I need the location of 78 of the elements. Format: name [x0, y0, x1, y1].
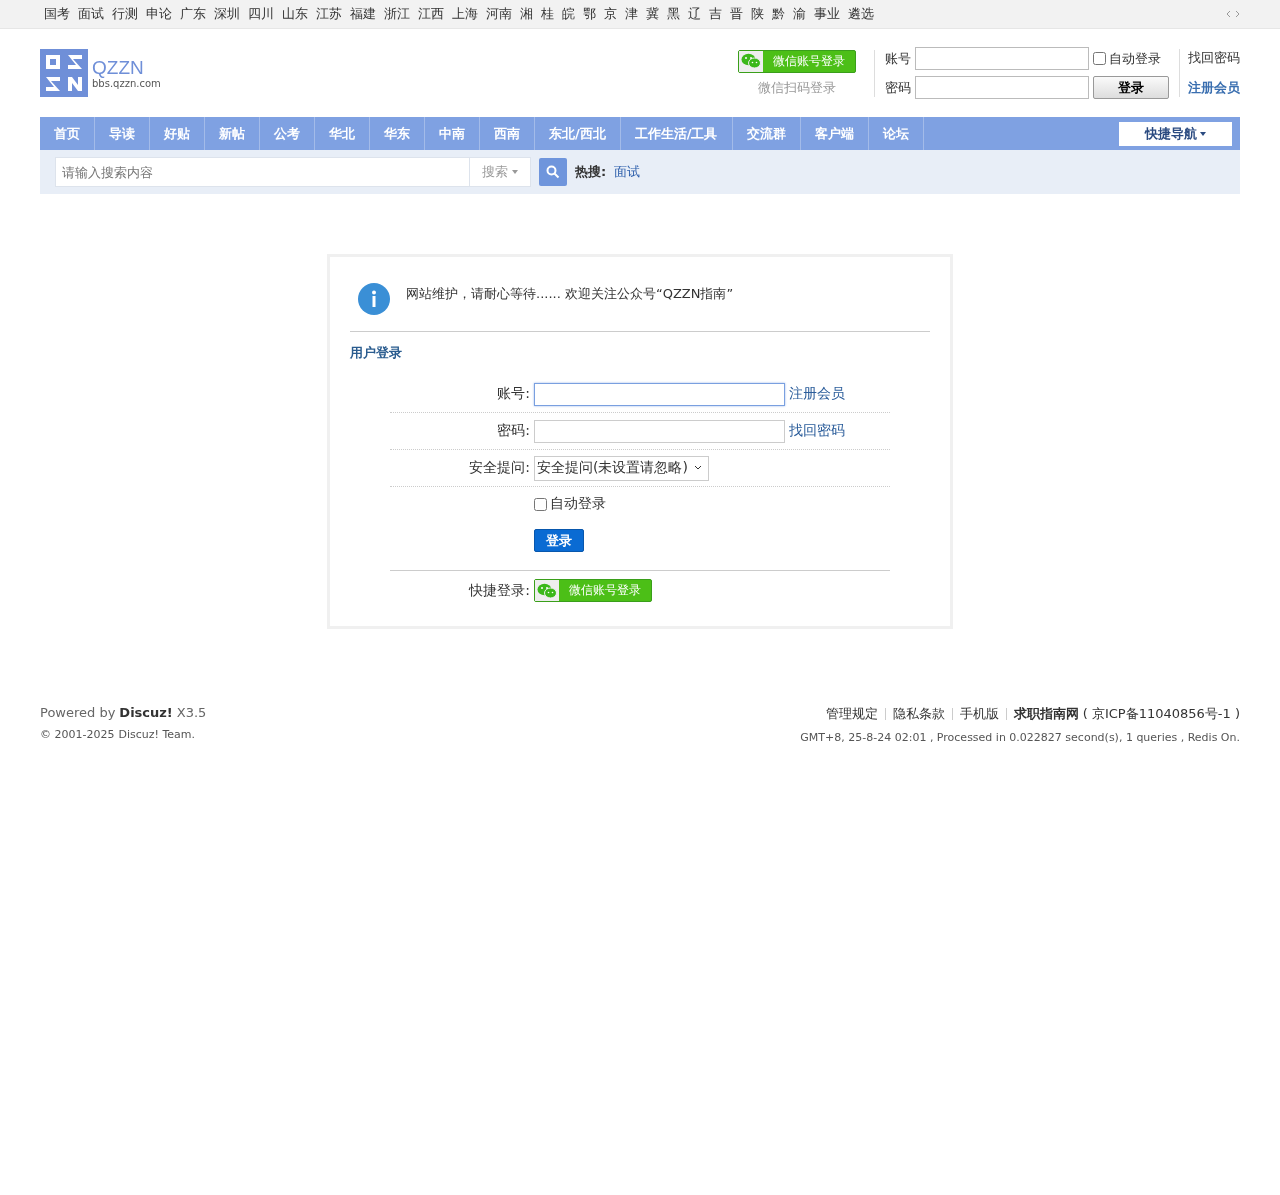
field-label: 安全提问:: [468, 459, 530, 477]
hot-search-link[interactable]: 面试: [614, 163, 641, 181]
logo-domain: bbs.qzzn.com: [92, 77, 161, 89]
footer-link[interactable]: 管理规定: [825, 705, 878, 723]
region-link[interactable]: 浙江: [384, 5, 410, 23]
auto-login-label: 自动登录: [550, 495, 606, 513]
quick-nav-button[interactable]: 快捷导航: [1119, 121, 1232, 146]
field-link[interactable]: 注册会员: [789, 385, 845, 403]
region-link[interactable]: 黑: [667, 5, 680, 23]
password-label: 密码: [885, 78, 911, 97]
password-field[interactable]: [915, 76, 1089, 99]
quick-login-label: 快捷登录:: [467, 581, 530, 600]
account-field[interactable]: [915, 47, 1089, 70]
region-link[interactable]: 山东: [282, 5, 308, 23]
processing-stats: GMT+8, 25-8-24 02:01 , Processed in 0.022827 second(s), 1 queries , Redis On.: [800, 731, 1240, 744]
wechat-icon: [537, 582, 557, 599]
account-label: 账号: [885, 49, 911, 68]
search-icon: [546, 165, 560, 179]
hot-search-label: 热搜:: [575, 163, 607, 181]
field-label: 账号:: [496, 385, 530, 403]
register-link[interactable]: 注册会员: [1188, 79, 1240, 97]
info-icon: [358, 283, 390, 315]
forgot-password-link[interactable]: 找回密码: [1188, 49, 1240, 67]
input-field[interactable]: [534, 382, 785, 406]
version-text: X3.5: [176, 705, 207, 720]
logo-icon: [40, 49, 88, 97]
region-link[interactable]: 四川: [248, 5, 274, 23]
region-link[interactable]: 事业: [814, 5, 840, 23]
region-link[interactable]: 吉: [709, 5, 722, 23]
region-link[interactable]: 鄂: [583, 5, 596, 23]
region-link[interactable]: 冀: [646, 5, 659, 23]
region-link[interactable]: 黔: [772, 5, 785, 23]
wechat-icon: [741, 53, 761, 69]
discuz-link[interactable]: Discuz!: [119, 705, 173, 720]
region-link[interactable]: 皖: [562, 5, 575, 23]
auto-login-checkbox[interactable]: [534, 497, 547, 511]
field-link[interactable]: 找回密码: [789, 422, 845, 440]
region-link[interactable]: 辽: [688, 5, 701, 23]
copyright-text: © 2001-2025: [40, 728, 115, 741]
region-link[interactable]: 江西: [418, 5, 444, 23]
site-name-link[interactable]: 求职指南网: [1013, 705, 1079, 723]
field-label: 密码:: [496, 422, 530, 440]
wechat-scan-hint: 微信扫码登录: [758, 78, 836, 97]
region-link[interactable]: 京: [604, 5, 617, 23]
region-link[interactable]: 陕: [751, 5, 764, 23]
region-link[interactable]: 广东: [180, 5, 206, 23]
question-select[interactable]: 安全提问(未设置请忽略): [534, 455, 709, 481]
region-link[interactable]: 湘: [520, 5, 533, 23]
auto-login-checkbox[interactable]: [1093, 52, 1106, 65]
logo-name: QZZN: [92, 57, 144, 78]
region-link[interactable]: 渝: [793, 5, 806, 23]
input-field[interactable]: [534, 419, 785, 443]
region-link[interactable]: 国考: [44, 5, 70, 23]
region-link[interactable]: 上海: [452, 5, 478, 23]
region-link[interactable]: 深圳: [214, 5, 240, 23]
scroll-arrows-icon[interactable]: [1226, 10, 1240, 18]
region-link[interactable]: 行测: [112, 5, 138, 23]
region-link[interactable]: 河南: [486, 5, 512, 23]
icp-link[interactable]: ( 京ICP备11040856号-1 ): [1082, 705, 1240, 723]
region-link[interactable]: 桂: [541, 5, 554, 23]
region-link[interactable]: 面试: [78, 5, 104, 23]
region-link[interactable]: 遴选: [848, 5, 874, 23]
auto-login-label: 自动登录: [1109, 49, 1161, 68]
powered-by-text: Powered by: [40, 705, 116, 720]
search-button[interactable]: [539, 158, 567, 186]
region-link[interactable]: 福建: [350, 5, 376, 23]
region-link[interactable]: 津: [625, 5, 638, 23]
login-button[interactable]: 登录: [1093, 76, 1169, 99]
region-link[interactable]: 晋: [730, 5, 743, 23]
team-link[interactable]: Discuz! Team.: [118, 728, 195, 741]
maintenance-notice: 网站维护，请耐心等待...... 欢迎关注公众号“QZZN指南”: [406, 285, 734, 303]
region-link[interactable]: 申论: [146, 5, 172, 23]
footer-link[interactable]: 隐私条款: [892, 705, 945, 723]
footer-link[interactable]: 手机版: [959, 705, 999, 723]
login-button[interactable]: 登录: [534, 529, 584, 552]
form-title: 用户登录: [350, 344, 403, 362]
region-link[interactable]: 江苏: [316, 5, 342, 23]
chevron-down-icon: [693, 465, 702, 471]
